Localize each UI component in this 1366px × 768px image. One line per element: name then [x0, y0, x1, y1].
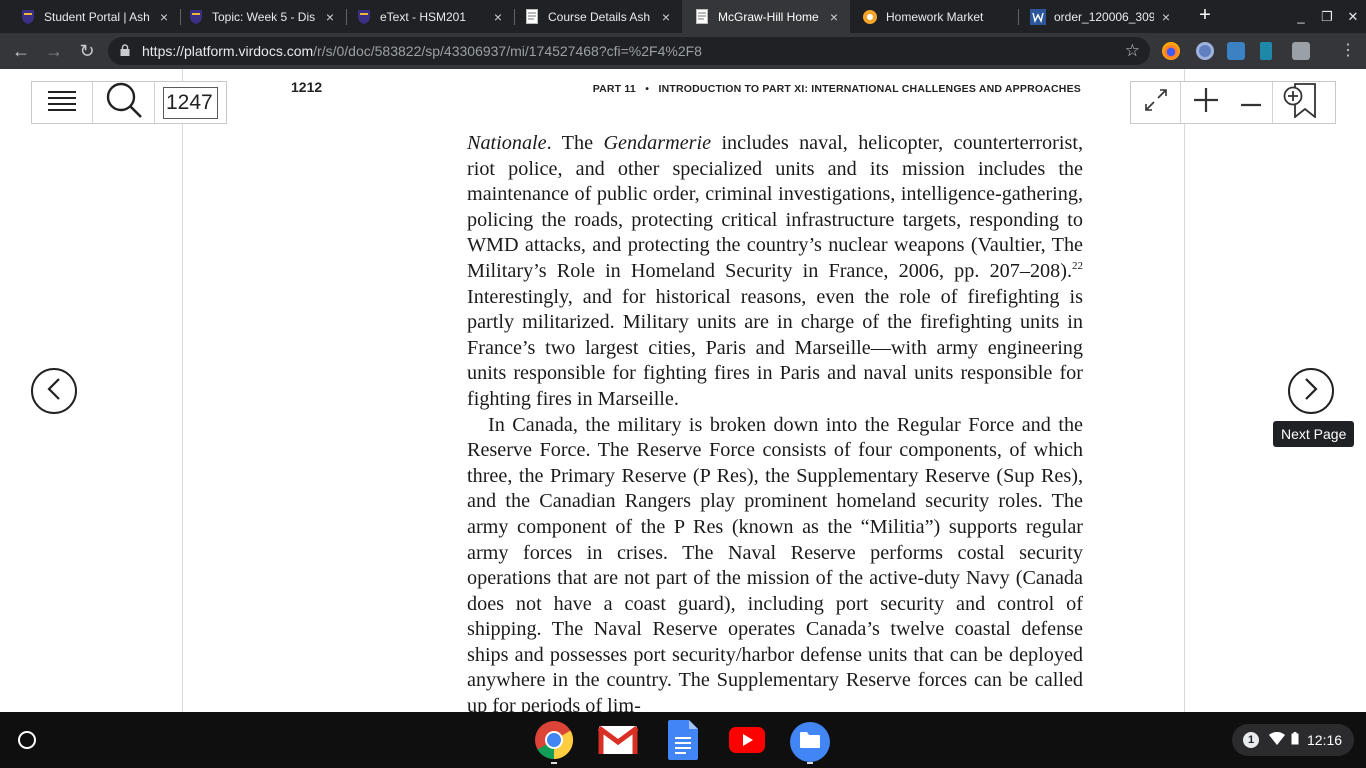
- back-button[interactable]: ←: [8, 38, 34, 64]
- next-page-tooltip: Next Page: [1273, 421, 1355, 447]
- tab-course-details[interactable]: Course Details Ash ×: [512, 0, 682, 33]
- document-icon: [524, 9, 540, 25]
- reader-right-toolbar: [1130, 81, 1336, 124]
- toc-menu-button[interactable]: [32, 82, 93, 123]
- google-docs-icon: [668, 719, 698, 765]
- zoom-out-button[interactable]: [1230, 82, 1273, 123]
- chevron-left-icon: [47, 377, 61, 405]
- word-icon: [1030, 8, 1046, 25]
- extension-icon[interactable]: [1260, 42, 1272, 60]
- browser-tab-strip: Student Portal | Ash × Topic: Week 5 - D…: [0, 0, 1366, 33]
- next-page-button[interactable]: [1288, 368, 1334, 414]
- forward-button[interactable]: →: [41, 38, 67, 64]
- youtube-icon: [729, 726, 765, 758]
- shield-icon: [188, 9, 204, 25]
- arrow-right-icon: →: [45, 41, 63, 61]
- youtube-app[interactable]: [727, 722, 767, 762]
- tab-student-portal[interactable]: Student Portal | Ash ×: [8, 0, 180, 33]
- book-page: 1212 PART 11 • INTRODUCTION TO PART XI: …: [182, 69, 1185, 712]
- new-tab-button[interactable]: +: [1194, 5, 1216, 27]
- close-window-icon[interactable]: ✕: [1340, 9, 1366, 25]
- tab-homework-market[interactable]: Homework Market: [850, 0, 1018, 33]
- shield-icon: [20, 9, 36, 25]
- previous-page-button[interactable]: [31, 368, 77, 414]
- page-number-input[interactable]: 1247: [163, 86, 218, 119]
- document-icon: [694, 9, 710, 25]
- window-controls: _ ❐ ✕: [1288, 0, 1366, 33]
- reader-left-toolbar: 1247: [31, 81, 227, 124]
- paragraph: In Canada, the military is broken down i…: [467, 413, 1083, 712]
- url-text: https://platform.virdocs.com/r/s/0/doc/5…: [142, 43, 702, 59]
- chrome-app[interactable]: [534, 720, 574, 765]
- wifi-icon: [1269, 731, 1285, 748]
- close-icon[interactable]: ×: [1158, 9, 1174, 25]
- firefox-extension-icon[interactable]: [1162, 42, 1180, 60]
- extension-icon[interactable]: [1196, 42, 1214, 60]
- lock-icon: [120, 43, 134, 59]
- extension-icon[interactable]: [1292, 42, 1310, 60]
- close-icon[interactable]: ×: [156, 9, 172, 25]
- files-app[interactable]: [790, 722, 830, 762]
- browser-toolbar: ← → ↻ https://platform.virdocs.com/r/s/0…: [0, 33, 1366, 69]
- reload-button[interactable]: ↻: [74, 38, 100, 64]
- launcher-button[interactable]: [18, 731, 36, 749]
- chrome-icon: [534, 720, 574, 765]
- plus-icon: [1192, 86, 1220, 119]
- market-icon: [862, 9, 878, 25]
- fullscreen-button[interactable]: [1131, 82, 1181, 123]
- kebab-menu-icon[interactable]: ⋮: [1340, 40, 1356, 60]
- search-icon: [105, 81, 143, 124]
- tab-topic-week5[interactable]: Topic: Week 5 - Dis ×: [176, 0, 346, 33]
- bookmark-star-icon[interactable]: ☆: [1125, 41, 1140, 61]
- page-jump: 1247: [155, 82, 226, 123]
- search-button[interactable]: [93, 82, 155, 123]
- arrow-left-icon: ←: [12, 41, 30, 61]
- paragraph: Nationale. The Gendarmerie includes nava…: [467, 132, 1083, 410]
- tab-etext[interactable]: eText - HSM201 ×: [344, 0, 514, 33]
- status-tray[interactable]: 1 12:16: [1232, 724, 1354, 756]
- gmail-app[interactable]: [597, 722, 639, 762]
- close-icon[interactable]: ×: [490, 9, 506, 25]
- os-shelf: 1 12:16: [0, 712, 1366, 768]
- close-icon[interactable]: ×: [658, 9, 674, 25]
- clock: 12:16: [1307, 732, 1343, 748]
- expand-icon: [1143, 87, 1169, 118]
- minus-icon: [1240, 94, 1262, 112]
- tab-order-doc[interactable]: order_120006_309 ×: [1018, 0, 1182, 33]
- restore-icon[interactable]: ❐: [1314, 9, 1340, 25]
- gmail-icon: [597, 725, 639, 760]
- zoom-in-button[interactable]: [1181, 82, 1230, 123]
- reader-viewport: 1212 PART 11 • INTRODUCTION TO PART XI: …: [0, 69, 1366, 712]
- shield-icon: [356, 9, 372, 25]
- page-body-text: Nationale. The Gendarmerie includes nava…: [467, 131, 1083, 712]
- notification-badge[interactable]: 1: [1243, 732, 1259, 748]
- chevron-right-icon: [1304, 377, 1318, 405]
- footnote-ref[interactable]: 22: [1072, 260, 1083, 272]
- running-head: PART 11 • INTRODUCTION TO PART XI: INTER…: [592, 83, 1081, 95]
- reload-icon: ↻: [79, 41, 95, 61]
- address-bar[interactable]: https://platform.virdocs.com/r/s/0/doc/5…: [108, 37, 1150, 65]
- extension-icon[interactable]: [1227, 42, 1245, 60]
- hamburger-menu-icon: [47, 89, 77, 116]
- close-icon[interactable]: ×: [826, 9, 842, 25]
- printed-page-number: 1212: [291, 79, 323, 95]
- minimize-icon[interactable]: _: [1288, 9, 1314, 24]
- tab-mcgraw-hill[interactable]: McGraw-Hill Home ×: [682, 0, 850, 33]
- battery-icon: [1291, 732, 1299, 748]
- docs-app[interactable]: [663, 719, 703, 765]
- close-icon[interactable]: ×: [322, 9, 338, 25]
- add-bookmark-button[interactable]: [1273, 82, 1327, 123]
- folder-icon: [799, 731, 821, 754]
- bookmark-add-icon: [1283, 82, 1317, 123]
